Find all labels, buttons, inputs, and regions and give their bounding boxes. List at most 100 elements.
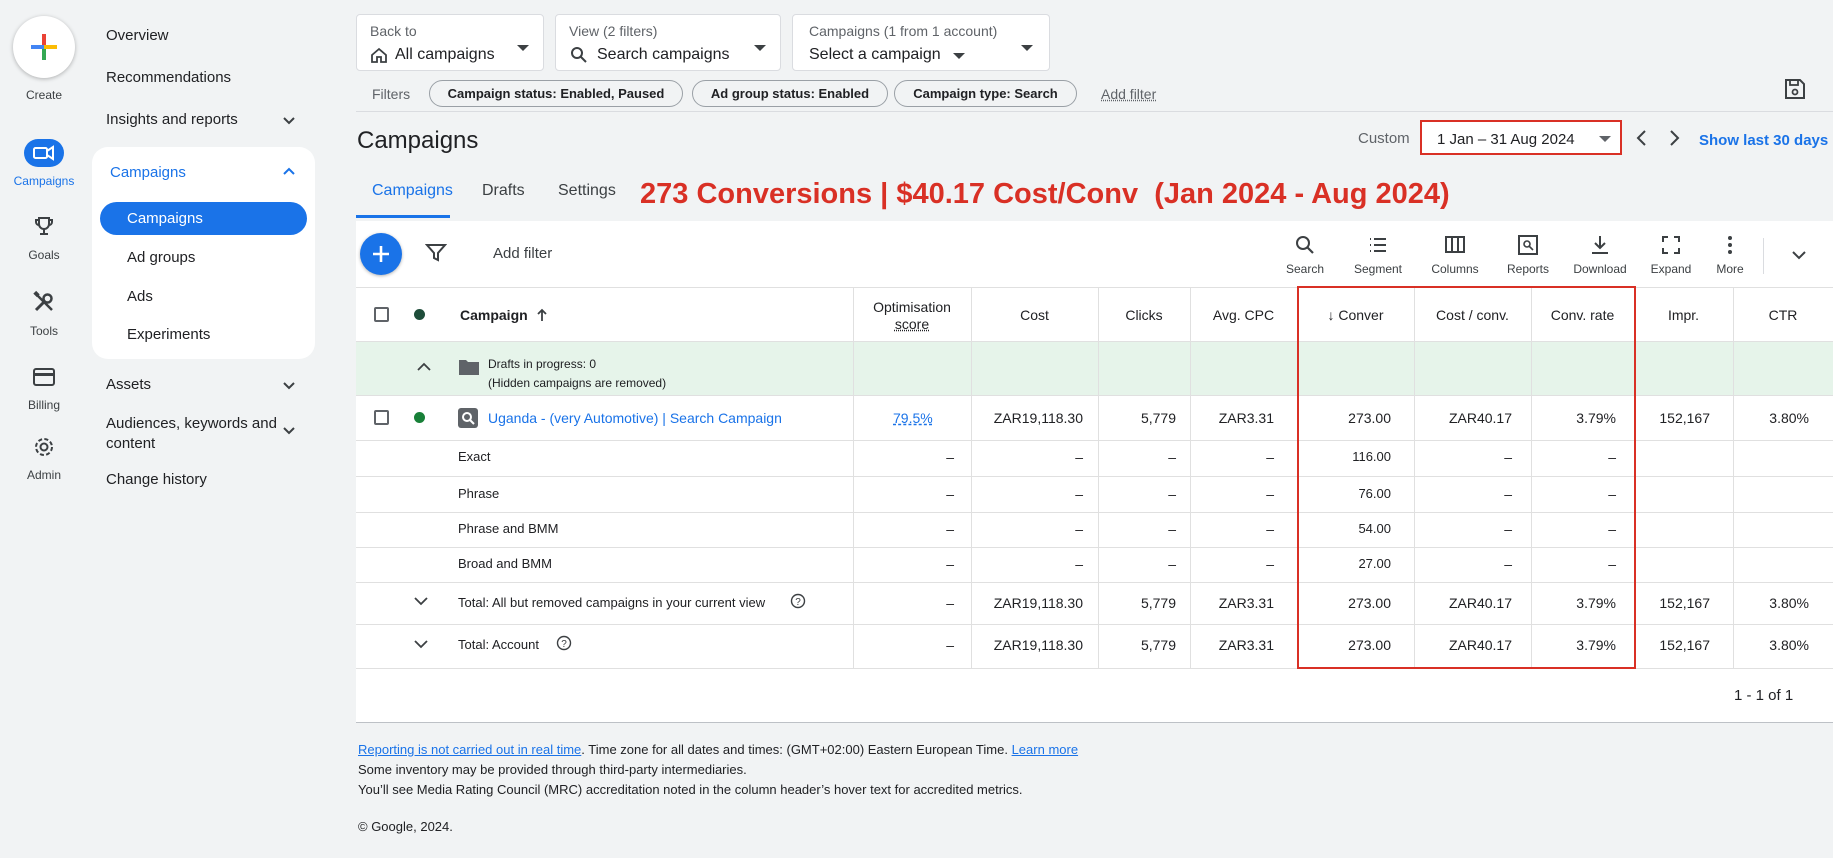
rail-label-goals[interactable]: Goals <box>0 248 88 262</box>
toolbar-columns[interactable]: Columns <box>1420 234 1490 276</box>
segment-icon <box>1370 238 1386 252</box>
tools-rail-button[interactable] <box>24 288 64 316</box>
chevron-down-icon[interactable] <box>280 376 298 394</box>
help-icon[interactable]: ? <box>556 635 572 651</box>
gear-icon <box>35 438 53 456</box>
copyright: © Google, 2024. <box>358 819 453 834</box>
total-row-label: Total: Account <box>458 637 539 652</box>
filter-chip-campaign-type[interactable]: Campaign type: Search <box>894 80 1077 107</box>
cell-avg-cpc: ZAR3.31 <box>1218 595 1274 611</box>
nav-audiences[interactable]: Audiences, keywords and content <box>106 414 277 454</box>
divider <box>1763 238 1764 274</box>
footer-timezone-text: . Time zone for all dates and times: (GM… <box>581 742 1012 757</box>
learn-more-link[interactable]: Learn more <box>1012 742 1078 757</box>
header-cost[interactable]: Cost <box>971 307 1098 323</box>
divider <box>1733 288 1734 669</box>
nav-audiences-line1: Audiences, keywords and <box>106 415 277 432</box>
billing-rail-button[interactable] <box>24 363 64 391</box>
sort-up-icon[interactable] <box>535 307 549 323</box>
nav-sub-campaigns[interactable]: Campaigns <box>127 210 203 227</box>
header-ctr[interactable]: CTR <box>1733 307 1833 323</box>
segment-name: Broad and BMM <box>458 556 552 571</box>
dropdown-caret-icon <box>953 53 965 59</box>
header-campaign[interactable]: Campaign <box>460 307 528 323</box>
tab-underline <box>356 215 450 218</box>
toolbar-segment[interactable]: Segment <box>1343 234 1413 276</box>
drafts-info: Drafts in progress: 0 (Hidden campaigns … <box>488 355 666 393</box>
nav-campaigns-group[interactable]: Campaigns <box>110 164 186 181</box>
nav-sub-experiments[interactable]: Experiments <box>127 326 210 343</box>
header-opt-line1: Optimisation <box>873 299 951 315</box>
reporting-link[interactable]: Reporting is not carried out in real tim… <box>358 742 581 757</box>
add-filter-link[interactable]: Add filter <box>1101 86 1156 102</box>
toolbar-download[interactable]: Download <box>1565 234 1635 276</box>
rail-label-admin[interactable]: Admin <box>0 468 88 482</box>
table-add-filter[interactable]: Add filter <box>493 245 552 262</box>
cell-ctr: 3.80% <box>1769 595 1809 611</box>
left-rail: Create Campaigns Goals Tools Billing Adm… <box>0 0 88 858</box>
nav-change-history[interactable]: Change history <box>106 471 207 488</box>
chevron-left-icon[interactable] <box>1633 128 1651 148</box>
nav-assets[interactable]: Assets <box>106 376 151 393</box>
chevron-down-icon[interactable] <box>280 111 298 129</box>
save-icon[interactable] <box>1783 77 1807 101</box>
create-button[interactable] <box>13 16 75 78</box>
row-checkbox[interactable] <box>374 410 389 425</box>
nav-overview[interactable]: Overview <box>106 27 169 44</box>
tab-drafts[interactable]: Drafts <box>482 182 525 200</box>
admin-rail-button[interactable] <box>24 433 64 461</box>
chevron-down-icon[interactable] <box>1790 246 1808 264</box>
header-avg-cpc[interactable]: Avg. CPC <box>1190 307 1297 323</box>
toolbar-more[interactable]: More <box>1695 234 1765 276</box>
dropdown-caret-icon <box>1599 136 1611 142</box>
goals-rail-button[interactable] <box>24 212 64 240</box>
date-range-picker[interactable]: 1 Jan – 31 Aug 2024 <box>1420 120 1622 155</box>
nav-recommendations[interactable]: Recommendations <box>106 69 231 86</box>
cell-dash: – <box>1168 556 1176 572</box>
tab-campaigns[interactable]: Campaigns <box>372 182 453 200</box>
divider <box>1190 288 1191 669</box>
conversions-highlight-box <box>1297 286 1636 669</box>
add-campaign-button[interactable] <box>360 233 402 275</box>
filter-chip-ad-group-status[interactable]: Ad group status: Enabled <box>692 80 888 107</box>
optimisation-score-value[interactable]: 79.5% <box>893 410 933 426</box>
rail-label-tools[interactable]: Tools <box>0 324 88 338</box>
cell-dash: – <box>946 449 954 465</box>
chevron-right-icon[interactable] <box>1665 128 1683 148</box>
header-clicks[interactable]: Clicks <box>1098 307 1190 323</box>
tab-settings[interactable]: Settings <box>558 182 616 200</box>
campaign-selector-dropdown[interactable]: Campaigns (1 from 1 account) Select a ca… <box>792 14 1050 71</box>
chevron-down-icon[interactable] <box>280 421 298 439</box>
toolbar-search[interactable]: Search <box>1270 234 1340 276</box>
show-last-30-days-link[interactable]: Show last 30 days <box>1699 132 1828 149</box>
rail-label-campaigns[interactable]: Campaigns <box>0 174 88 188</box>
toolbar-reports[interactable]: Reports <box>1493 234 1563 276</box>
chevron-up-icon[interactable] <box>415 360 433 374</box>
cell-clicks: 5,779 <box>1140 410 1176 426</box>
view-dropdown[interactable]: View (2 filters) Search campaigns <box>555 14 781 71</box>
cell-dash: – <box>1168 449 1176 465</box>
svg-text:?: ? <box>795 597 801 608</box>
nav-sub-ads[interactable]: Ads <box>127 288 153 305</box>
nav-sub-ad-groups[interactable]: Ad groups <box>127 249 195 266</box>
page-title: Campaigns <box>357 127 479 154</box>
search-icon <box>1296 236 1314 254</box>
campaign-name-link[interactable]: Uganda - (very Automotive) | Search Camp… <box>488 410 782 426</box>
filter-chip-campaign-status[interactable]: Campaign status: Enabled, Paused <box>429 80 683 107</box>
download-icon <box>1592 236 1608 254</box>
header-impressions[interactable]: Impr. <box>1634 307 1733 323</box>
back-to-dropdown[interactable]: Back to All campaigns <box>356 14 544 71</box>
chevron-up-icon[interactable] <box>280 163 298 181</box>
header-optimisation-score[interactable]: Optimisation score <box>853 299 971 333</box>
nav-insights[interactable]: Insights and reports <box>106 111 238 128</box>
cell-dash: – <box>1075 556 1083 572</box>
chevron-down-icon[interactable] <box>412 594 430 608</box>
rail-label-billing[interactable]: Billing <box>0 398 88 412</box>
footer-line3: You’ll see Media Rating Council (MRC) ac… <box>358 782 1023 797</box>
chevron-down-icon[interactable] <box>412 637 430 651</box>
cell-impressions: 152,167 <box>1659 637 1710 653</box>
help-icon[interactable]: ? <box>790 593 806 609</box>
select-all-checkbox[interactable] <box>374 307 389 322</box>
filter-icon[interactable] <box>425 243 447 263</box>
campaigns-rail-button[interactable] <box>24 139 64 167</box>
